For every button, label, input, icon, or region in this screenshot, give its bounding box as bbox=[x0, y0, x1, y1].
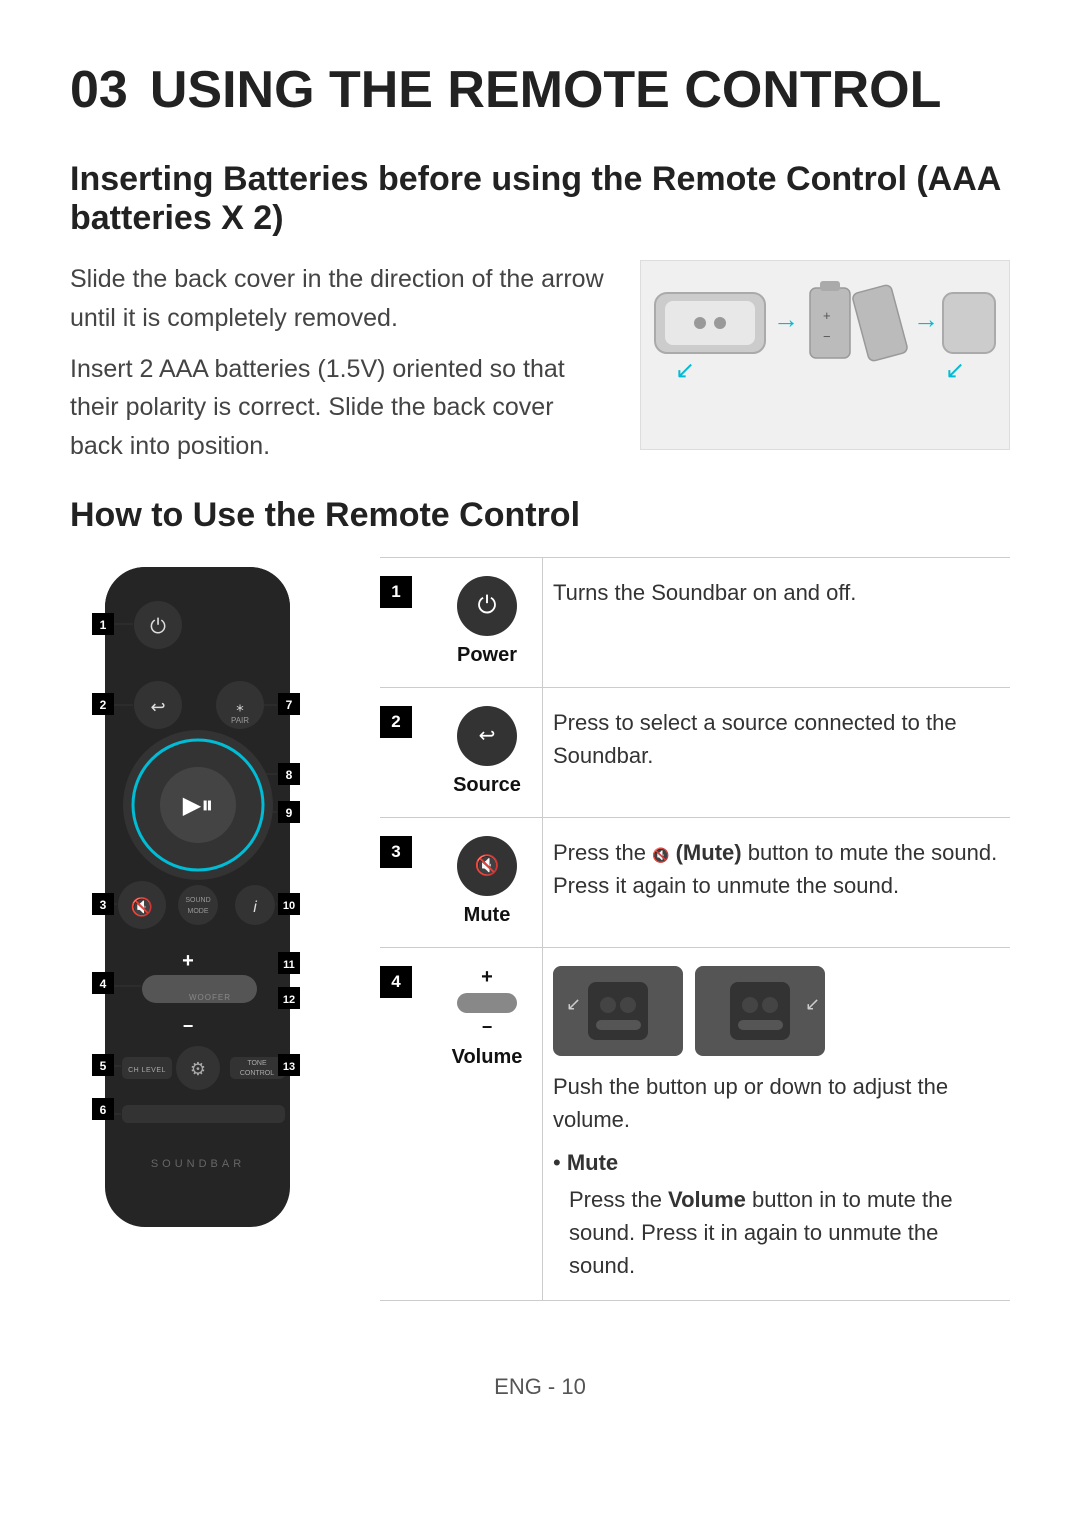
chapter-title-text: USING THE REMOTE CONTROL bbox=[150, 61, 942, 119]
svg-text:−: − bbox=[823, 329, 831, 344]
svg-text:7: 7 bbox=[286, 698, 293, 712]
svg-text:1: 1 bbox=[100, 618, 107, 632]
legend-desc-mute: Press the 🔇 (Mute) button to mute the so… bbox=[542, 818, 1010, 947]
page-footer: ENG - 10 bbox=[70, 1374, 1010, 1400]
svg-text:10: 10 bbox=[283, 900, 295, 912]
source-label: Source bbox=[453, 774, 521, 797]
legend-desc-volume: ↙ ↙ bbox=[542, 948, 1010, 1300]
legend-desc-power: Turns the Soundbar on and off. bbox=[542, 558, 1010, 687]
vol-image-2: ↙ bbox=[695, 966, 825, 1056]
remote-diagram: ⏻ 1 ↩ 2 ⁎ PAIR 7 bbox=[70, 557, 350, 1324]
legend-icon-volume: + − Volume bbox=[432, 948, 542, 1069]
svg-text:⁎: ⁎ bbox=[236, 698, 244, 715]
legend-desc-source: Press to select a source connected to th… bbox=[542, 688, 1010, 817]
svg-text:CONTROL: CONTROL bbox=[240, 1070, 274, 1077]
svg-text:TONE: TONE bbox=[247, 1060, 267, 1067]
battery-text: Slide the back cover in the direction of… bbox=[70, 260, 610, 466]
svg-text:2: 2 bbox=[100, 698, 107, 712]
svg-text:PAIR: PAIR bbox=[231, 716, 249, 725]
svg-text:+: + bbox=[823, 308, 831, 323]
footer-text: ENG - 10 bbox=[494, 1374, 586, 1399]
svg-text:4: 4 bbox=[100, 977, 107, 991]
legend-row-volume: 4 + − Volume bbox=[380, 947, 1010, 1301]
svg-text:⚙: ⚙ bbox=[190, 1059, 206, 1079]
svg-text:🔇: 🔇 bbox=[131, 896, 153, 917]
svg-text:⏻: ⏻ bbox=[150, 616, 166, 638]
svg-text:WOOFER: WOOFER bbox=[189, 993, 231, 1002]
svg-text:SOUNDBAR: SOUNDBAR bbox=[151, 1158, 245, 1170]
svg-text:5: 5 bbox=[100, 1059, 107, 1073]
svg-text:SOUND: SOUND bbox=[185, 897, 210, 904]
svg-text:→: → bbox=[913, 304, 939, 334]
svg-text:CH LEVEL: CH LEVEL bbox=[128, 1067, 166, 1074]
svg-text:8: 8 bbox=[286, 768, 293, 782]
volume-images: ↙ ↙ bbox=[553, 966, 1000, 1056]
svg-text:i: i bbox=[253, 899, 257, 916]
svg-text:−: − bbox=[183, 1016, 194, 1036]
chapter-num: 03 bbox=[70, 61, 128, 119]
vol-image-1: ↙ bbox=[553, 966, 683, 1056]
legend-icon-source: ↩ Source bbox=[432, 688, 542, 817]
legend-num-2: 2 bbox=[380, 688, 432, 817]
legend-row-mute: 3 🔇 Mute Press the 🔇 (Mute) button to mu… bbox=[380, 817, 1010, 947]
svg-text:MODE: MODE bbox=[188, 908, 209, 915]
svg-text:↙: ↙ bbox=[675, 357, 695, 384]
battery-section-title: Inserting Batteries before using the Rem… bbox=[70, 160, 1010, 238]
svg-text:6: 6 bbox=[100, 1103, 107, 1117]
legend-num-1: 1 bbox=[380, 558, 432, 687]
howto-section: How to Use the Remote Control ⏻ 1 ↩ bbox=[70, 496, 1010, 1324]
chapter-title: 03 USING THE REMOTE CONTROL bbox=[70, 60, 1010, 120]
svg-text:12: 12 bbox=[283, 994, 295, 1006]
battery-section: Inserting Batteries before using the Rem… bbox=[70, 160, 1010, 466]
svg-text:▶⏸: ▶⏸ bbox=[183, 792, 213, 819]
svg-text:↩: ↩ bbox=[150, 697, 165, 717]
legend-icon-mute: 🔇 Mute bbox=[432, 818, 542, 947]
legend-num-4: 4 bbox=[380, 948, 432, 998]
svg-text:11: 11 bbox=[283, 959, 295, 971]
svg-text:↙: ↙ bbox=[805, 994, 820, 1014]
svg-text:↙: ↙ bbox=[945, 357, 965, 384]
battery-text-2: Insert 2 AAA batteries (1.5V) oriented s… bbox=[70, 350, 610, 466]
power-label: Power bbox=[457, 644, 517, 667]
volume-label: Volume bbox=[452, 1046, 523, 1069]
legend-icon-power: ⏻ Power bbox=[432, 558, 542, 687]
mute-label: Mute bbox=[464, 904, 511, 927]
legend-panel: 1 ⏻ Power Turns the Soundbar on and off.… bbox=[380, 557, 1010, 1324]
legend-num-3: 3 bbox=[380, 818, 432, 947]
svg-text:+: + bbox=[182, 950, 194, 972]
legend-row-source: 2 ↩ Source Press to select a source conn… bbox=[380, 687, 1010, 817]
svg-text:13: 13 bbox=[283, 1061, 295, 1073]
svg-text:3: 3 bbox=[100, 898, 107, 912]
battery-text-1: Slide the back cover in the direction of… bbox=[70, 260, 610, 338]
svg-text:↙: ↙ bbox=[566, 994, 581, 1014]
svg-text:→: → bbox=[773, 304, 799, 334]
legend-row-power: 1 ⏻ Power Turns the Soundbar on and off. bbox=[380, 557, 1010, 687]
remote-section: ⏻ 1 ↩ 2 ⁎ PAIR 7 bbox=[70, 557, 1010, 1324]
svg-text:9: 9 bbox=[286, 806, 293, 820]
howto-title: How to Use the Remote Control bbox=[70, 496, 1010, 535]
battery-image: → + − → ↙ ↙ bbox=[640, 260, 1010, 450]
